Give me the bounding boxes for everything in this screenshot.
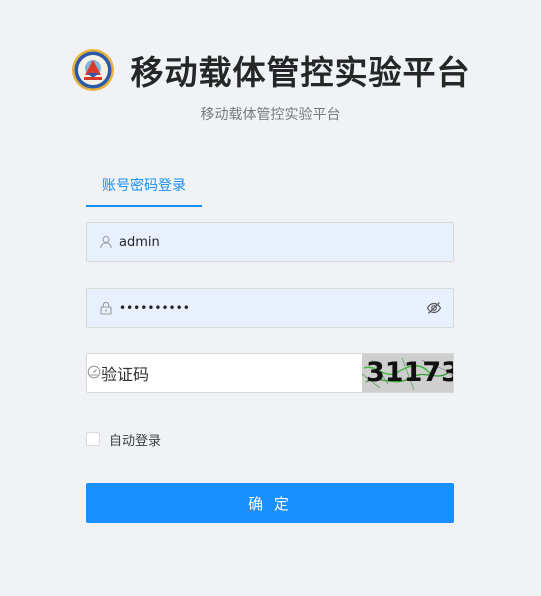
username-field[interactable]: admin xyxy=(86,222,454,262)
captcha-placeholder: 验证码 xyxy=(101,365,150,384)
login-tabs: 账号密码登录 xyxy=(86,170,454,208)
page-header: 移动载体管控实验平台 xyxy=(0,44,541,96)
badge-logo-icon xyxy=(71,48,115,92)
auto-login[interactable]: 自动登录 xyxy=(86,430,162,449)
captcha-image-text: 31173 xyxy=(366,357,454,388)
username-value: admin xyxy=(119,234,160,250)
lock-icon xyxy=(99,301,113,315)
password-value: •••••••••• xyxy=(119,301,190,315)
password-field[interactable]: •••••••••• xyxy=(86,288,454,328)
tab-account-password[interactable]: 账号密码登录 xyxy=(86,170,202,207)
auto-login-checkbox[interactable] xyxy=(86,432,100,446)
page-subtitle: 移动载体管控实验平台 xyxy=(200,107,341,123)
confirm-button[interactable]: 确 定 xyxy=(86,483,454,523)
user-icon xyxy=(99,235,113,249)
eye-invisible-icon[interactable] xyxy=(426,300,442,316)
captcha-input[interactable]: 验证码 xyxy=(86,353,362,393)
dashboard-icon xyxy=(87,364,101,383)
captcha-image[interactable]: 31173 xyxy=(362,353,454,393)
auto-login-label: 自动登录 xyxy=(109,433,162,449)
page-title: 移动载体管控实验平台 xyxy=(130,53,471,92)
captcha-row: 验证码 31173 xyxy=(86,353,454,393)
